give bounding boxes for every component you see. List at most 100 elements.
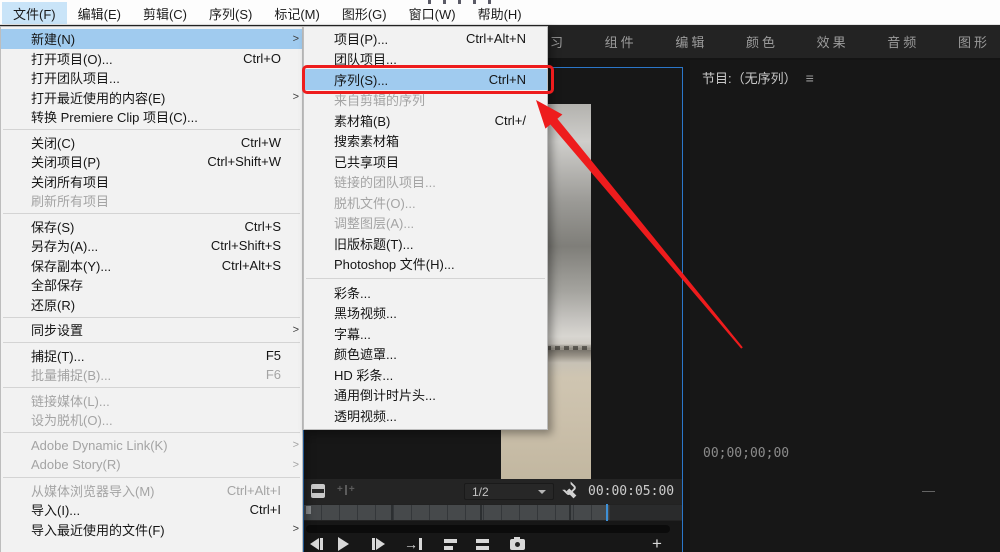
- menu-item[interactable]: Photoshop 文件(H)... >: [304, 254, 547, 275]
- workspace-tab[interactable]: 图形: [956, 28, 992, 55]
- menu-item-label: 团队项目...: [334, 52, 397, 68]
- menu-item-label: 搜索素材箱: [334, 134, 400, 150]
- menubar-item[interactable]: 文件(F): [2, 2, 67, 24]
- menubar-item[interactable]: 图形(G): [331, 2, 398, 24]
- menu-item[interactable]: 来自剪辑的序列 >: [304, 90, 547, 111]
- menu-item[interactable]: 打开项目(O)... Ctrl+O >: [1, 49, 302, 69]
- menu-item[interactable]: Adobe Dynamic Link(K) >: [1, 436, 302, 456]
- menubar-item[interactable]: 剪辑(C): [132, 2, 198, 24]
- menu-item[interactable]: 导入最近使用的文件(F) >: [1, 520, 302, 540]
- menubar-item[interactable]: 标记(M): [263, 2, 331, 24]
- overwrite-icon[interactable]: [476, 536, 489, 552]
- transport-controls: → +: [304, 535, 682, 552]
- menu-item[interactable]: 彩条... >: [304, 282, 547, 303]
- settings-wrench-icon[interactable]: [560, 482, 580, 502]
- panel-menu-icon[interactable]: ≡: [806, 70, 814, 86]
- playhead-marker[interactable]: [606, 504, 608, 521]
- menu-separator: [3, 387, 300, 388]
- menu-item[interactable]: 素材箱(B) Ctrl+/ >: [304, 110, 547, 131]
- workspace-tab[interactable]: 编辑: [673, 28, 709, 55]
- step-back-icon[interactable]: [310, 536, 323, 552]
- menu-item[interactable]: 打开团队项目... >: [1, 68, 302, 88]
- menu-item-label: 转换 Premiere Clip 项目(C)...: [31, 110, 198, 126]
- menu-item[interactable]: 打开最近使用的内容(E) >: [1, 88, 302, 108]
- menu-item[interactable]: 脱机文件(O)... >: [304, 192, 547, 213]
- menu-item-label: 序列(S)...: [334, 72, 389, 88]
- insert-icon[interactable]: [444, 536, 457, 552]
- menu-item-label: 已共享项目: [334, 154, 400, 170]
- menu-item-label: 链接的团队项目...: [334, 175, 436, 191]
- menu-item[interactable]: 关闭项目(P) Ctrl+Shift+W >: [1, 152, 302, 172]
- menu-item[interactable]: 关闭(C) Ctrl+W >: [1, 133, 302, 153]
- menu-item[interactable]: 还原(R) >: [1, 295, 302, 315]
- menu-item-label: 链接媒体(L)...: [31, 393, 110, 409]
- menubar-item[interactable]: 帮助(H): [467, 2, 533, 24]
- menu-item[interactable]: 设为脱机(O)... >: [1, 410, 302, 430]
- menu-item[interactable]: 颜色遮罩... >: [304, 344, 547, 365]
- menu-item[interactable]: 新建(N) >: [1, 29, 302, 49]
- menu-item[interactable]: 项目(P)... Ctrl+Alt+N >: [304, 28, 547, 49]
- menu-item[interactable]: 调整图层(A)... >: [304, 213, 547, 234]
- menu-item[interactable]: 通用倒计时片头... >: [304, 385, 547, 406]
- play-icon[interactable]: [338, 536, 349, 552]
- export-frame-icon[interactable]: [510, 536, 525, 552]
- menu-item[interactable]: 保存(S) Ctrl+S >: [1, 217, 302, 237]
- program-timecode: 00;00;00;00: [703, 446, 790, 461]
- menu-item[interactable]: 透明视频... >: [304, 405, 547, 426]
- menu-item[interactable]: 批量捕捉(B)... F6 >: [1, 365, 302, 385]
- menu-item[interactable]: 转换 Premiere Clip 项目(C)... >: [1, 107, 302, 127]
- menu-item[interactable]: 刷新所有项目 >: [1, 191, 302, 211]
- menu-item-label: 刷新所有项目: [31, 194, 110, 210]
- workspace-tab[interactable]: 组件: [603, 28, 639, 55]
- viewer-zoom-select[interactable]: 1/2: [464, 483, 554, 500]
- menu-item[interactable]: 字幕... >: [304, 323, 547, 344]
- menu-item-label: 项目(P)...: [334, 31, 389, 47]
- menu-item[interactable]: 保存副本(Y)... Ctrl+Alt+S >: [1, 256, 302, 276]
- go-to-out-icon[interactable]: →: [404, 536, 422, 552]
- menu-item[interactable]: 链接媒体(L)... >: [1, 391, 302, 411]
- file-menu: 新建(N) > 打开项目(O)... Ctrl+O > 打开团队项目... > …: [0, 26, 303, 552]
- menu-item-label: 打开项目(O)...: [31, 51, 113, 67]
- menu-item[interactable]: 同步设置 >: [1, 320, 302, 340]
- program-fit-indicator[interactable]: —: [922, 483, 935, 498]
- menu-item[interactable]: Adobe Story(R) >: [1, 455, 302, 475]
- program-panel-title: 节目:（无序列）: [702, 71, 797, 86]
- menu-item-label: 素材箱(B): [334, 113, 391, 129]
- menu-item[interactable]: 捕捉(T)... F5 >: [1, 346, 302, 366]
- menubar-item[interactable]: 编辑(E): [67, 2, 132, 24]
- menu-item-label: Photoshop 文件(H)...: [334, 257, 455, 273]
- menu-item[interactable]: 关闭所有项目 >: [1, 172, 302, 192]
- workspace-tabs: 学习 组件 编辑 颜色 效果 音频 图形: [532, 25, 992, 58]
- menu-item-label: 关闭所有项目: [31, 174, 110, 190]
- menu-item[interactable]: 黑场视频... >: [304, 303, 547, 324]
- step-forward-icon[interactable]: [372, 536, 385, 552]
- menu-separator: [3, 477, 300, 478]
- menu-separator: [3, 342, 300, 343]
- menu-item[interactable]: 另存为(A)... Ctrl+Shift+S >: [1, 236, 302, 256]
- menubar-item[interactable]: 窗口(W): [398, 2, 467, 24]
- menu-item-label: 另存为(A)...: [31, 239, 99, 255]
- menu-item[interactable]: 全部保存 >: [1, 275, 302, 295]
- menu-item[interactable]: 链接的团队项目... >: [304, 172, 547, 193]
- menu-separator: [306, 277, 545, 279]
- source-time-ruler[interactable]: [304, 504, 682, 521]
- workspace-tab[interactable]: 效果: [815, 28, 851, 55]
- menu-item[interactable]: 搜索素材箱 >: [304, 131, 547, 152]
- horizontal-scrollbar[interactable]: [306, 525, 670, 533]
- menubar-item[interactable]: 序列(S): [198, 2, 263, 24]
- menu-item[interactable]: 导入(I)... Ctrl+I >: [1, 500, 302, 520]
- menu-item[interactable]: 团队项目... >: [304, 49, 547, 70]
- workspace-tab[interactable]: 音频: [885, 28, 921, 55]
- button-editor-icon[interactable]: +: [652, 535, 662, 552]
- menu-item[interactable]: 已共享项目 >: [304, 151, 547, 172]
- drag-video-icon[interactable]: [311, 484, 325, 498]
- menu-item[interactable]: 序列(S)... Ctrl+N >: [302, 65, 554, 94]
- menu-item[interactable]: 从媒体浏览器导入(M) Ctrl+Alt+I >: [1, 481, 302, 501]
- menu-item-shortcut: Ctrl+Alt+I: [226, 482, 281, 498]
- workspace-tab[interactable]: 颜色: [744, 28, 780, 55]
- menu-item-shortcut: F5: [265, 347, 281, 363]
- menu-item[interactable]: HD 彩条... >: [304, 364, 547, 385]
- time-ruler-track[interactable]: [304, 505, 610, 520]
- menu-item[interactable]: 旧版标题(T)... >: [304, 233, 547, 254]
- drag-audio-icon[interactable]: + +: [337, 484, 355, 495]
